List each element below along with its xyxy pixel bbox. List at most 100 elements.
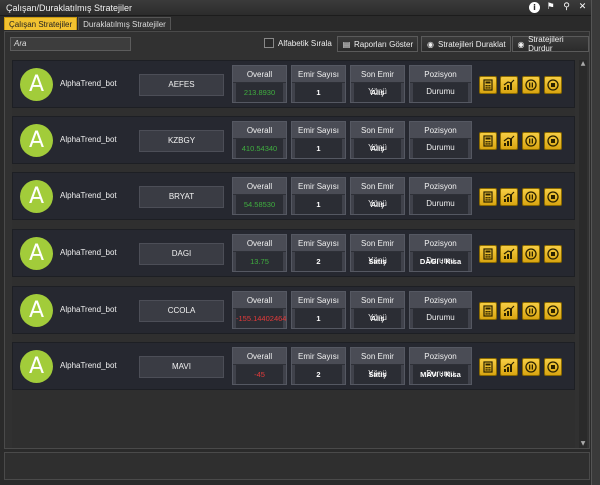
calculator-button[interactable]	[479, 132, 497, 150]
cell-header: Emir Sayısı	[292, 122, 345, 139]
alphabetic-sort-label: Alfabetik Sırala	[278, 38, 332, 48]
scroll-down-icon[interactable]: ▼	[579, 440, 587, 448]
tab-running-strategies[interactable]: Çalışan Stratejiler	[4, 17, 78, 30]
scroll-up-icon[interactable]: ▲	[579, 60, 587, 68]
calculator-button[interactable]	[479, 76, 497, 94]
calculator-icon	[480, 79, 496, 91]
close-icon[interactable]: ✕	[577, 2, 588, 13]
pause-strategies-button[interactable]: ◉ Stratejileri Duraklat	[421, 36, 511, 52]
cell-value: 2	[295, 252, 342, 271]
symbol-label: BRYAT	[139, 186, 224, 208]
tab-paused-strategies[interactable]: Duraklatılmış Stratejiler	[78, 17, 171, 30]
bot-name: AlphaTrend_bot	[60, 305, 117, 314]
stop-button[interactable]	[544, 132, 562, 150]
avatar: A	[20, 124, 53, 157]
stop-icon	[545, 135, 561, 147]
cell-header: Emir Sayısı	[292, 66, 345, 83]
stop-strategies-button[interactable]: ◉ Stratejileri Durdur	[512, 35, 589, 53]
stop-button[interactable]	[544, 76, 562, 94]
search-input[interactable]: Ara	[10, 37, 131, 51]
pause-button[interactable]	[522, 245, 540, 263]
chart-button[interactable]	[500, 132, 518, 150]
position-status-cell: Pozisyon Durumu	[409, 121, 472, 159]
alphabetic-sort-checkbox[interactable]	[264, 38, 274, 48]
overall-cell: Overall 13.75	[232, 234, 287, 272]
pause-icon	[523, 248, 539, 260]
pause-icon	[523, 191, 539, 203]
order-count-cell: Emir Sayısı 2	[291, 347, 346, 385]
last-order-direction-cell: Son Emir YönüAlış	[350, 177, 405, 215]
cell-header: Son Emir Yönü	[351, 292, 404, 322]
strategy-row[interactable]: A AlphaTrend_bot AEFES Overall 213.8930 Emir …	[12, 60, 575, 108]
strategy-row[interactable]: A AlphaTrend_bot KZBGY Overall 410.54340 Emir…	[12, 116, 575, 164]
stop-button[interactable]	[544, 188, 562, 206]
bot-name: AlphaTrend_bot	[60, 361, 117, 370]
stop-icon	[545, 305, 561, 317]
last-order-direction-cell: Son Emir YönüAlış	[350, 121, 405, 159]
chart-button[interactable]	[500, 76, 518, 94]
tab-strip: Çalışan Stratejiler Duraklatılmış Strate…	[4, 17, 172, 30]
cell-header: Emir Sayısı	[292, 178, 345, 195]
cell-value: 2	[295, 365, 342, 384]
cell-value: 13.75	[236, 252, 283, 271]
cell-value: Alış	[354, 139, 401, 158]
order-count-cell: Emir Sayısı 1	[291, 291, 346, 329]
show-reports-button[interactable]: ▤ Raporları Göster	[337, 36, 419, 52]
pause-button[interactable]	[522, 76, 540, 94]
cell-value: -45	[236, 365, 283, 384]
calculator-icon	[480, 191, 496, 203]
chart-button[interactable]	[500, 245, 518, 263]
chart-icon	[501, 361, 517, 373]
pause-icon	[523, 79, 539, 91]
flag-icon[interactable]: ⚑	[545, 2, 556, 13]
chart-button[interactable]	[500, 358, 518, 376]
toolbar: Ara Alfabetik Sırala ▤ Raporları Göster …	[5, 32, 589, 56]
calculator-icon	[480, 135, 496, 147]
cell-header: Overall	[233, 122, 286, 139]
stop-button[interactable]	[544, 302, 562, 320]
avatar: A	[20, 294, 53, 327]
strategy-row[interactable]: A AlphaTrend_bot DAGI Overall 13.75 Emir Sayı…	[12, 229, 575, 277]
last-order-direction-cell: Son Emir YönüSatış	[350, 347, 405, 385]
calculator-button[interactable]	[479, 358, 497, 376]
stop-icon	[545, 79, 561, 91]
alphabetic-sort-toggle[interactable]: Alfabetik Sırala	[264, 38, 332, 48]
pin-icon[interactable]: ⚲	[561, 2, 572, 13]
pause-button[interactable]	[522, 358, 540, 376]
last-order-direction-cell: Son Emir YönüAlış	[350, 291, 405, 329]
stop-button[interactable]	[544, 245, 562, 263]
cell-header: Son Emir Yönü	[351, 178, 404, 208]
order-count-cell: Emir Sayısı 2	[291, 234, 346, 272]
calculator-button[interactable]	[479, 245, 497, 263]
strategy-row[interactable]: A AlphaTrend_bot BRYAT Overall 54.58530 Emir …	[12, 172, 575, 220]
pause-button[interactable]	[522, 132, 540, 150]
avatar: A	[20, 350, 53, 383]
info-icon[interactable]: i	[529, 2, 540, 13]
symbol-label: MAVI	[139, 356, 224, 378]
pause-button[interactable]	[522, 188, 540, 206]
position-status-cell: Pozisyon DurumuDAGI : Kısa	[409, 234, 472, 272]
cell-header: Pozisyon Durumu	[410, 66, 471, 96]
show-reports-label: Raporları Göster	[354, 39, 414, 49]
bot-name: AlphaTrend_bot	[60, 191, 117, 200]
cell-value: Alış	[354, 83, 401, 102]
chart-icon	[501, 191, 517, 203]
chart-button[interactable]	[500, 188, 518, 206]
cell-value: Satış	[354, 365, 401, 384]
cell-value: 410.54340	[236, 139, 283, 158]
calculator-icon	[480, 361, 496, 373]
calculator-button[interactable]	[479, 188, 497, 206]
vertical-scrollbar[interactable]: ▲ ▼	[579, 60, 587, 448]
cell-header: Son Emir Yönü	[351, 122, 404, 152]
chart-button[interactable]	[500, 302, 518, 320]
strategy-row[interactable]: A AlphaTrend_bot MAVI Overall -45 Emir Sayısı…	[12, 342, 575, 390]
cell-value: Alış	[354, 309, 401, 328]
cell-value: 1	[295, 139, 342, 158]
stop-strategies-label: Stratejileri Durdur	[528, 35, 564, 53]
stop-button[interactable]	[544, 358, 562, 376]
strategy-row[interactable]: A AlphaTrend_bot CCOLA Overall -155.14402464…	[12, 286, 575, 334]
cell-value: MAVI : Kısa	[413, 365, 468, 384]
pause-button[interactable]	[522, 302, 540, 320]
window-edge	[591, 0, 600, 485]
calculator-button[interactable]	[479, 302, 497, 320]
